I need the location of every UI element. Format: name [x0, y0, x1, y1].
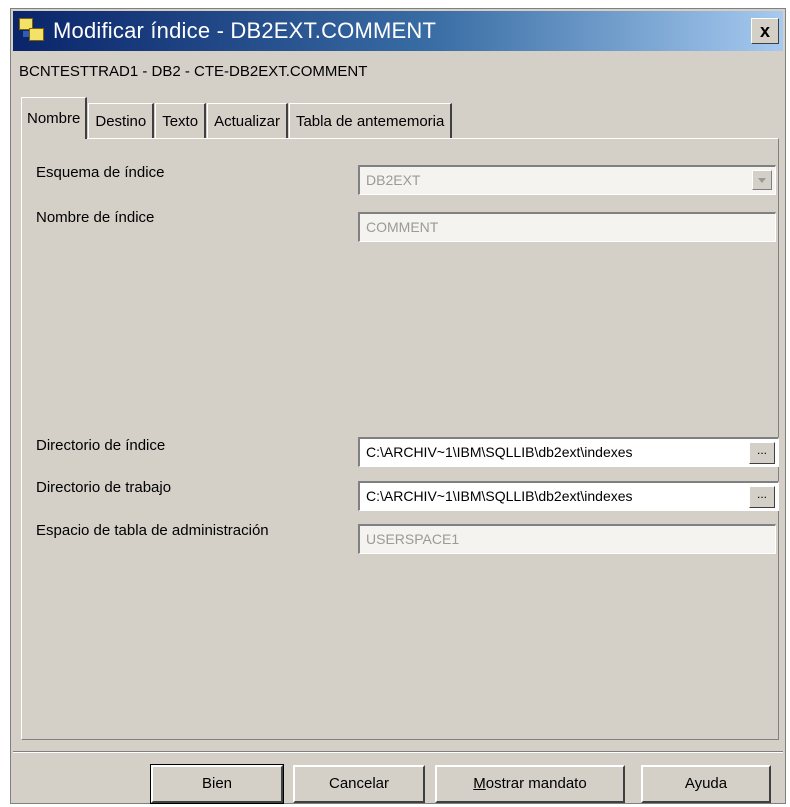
- tab-nombre[interactable]: Nombre: [21, 97, 88, 139]
- tab-destino[interactable]: Destino: [88, 103, 155, 139]
- admin-tablespace-field[interactable]: USERSPACE1: [358, 524, 776, 554]
- modify-index-dialog: Modificar índice - DB2EXT.COMMENT x BCNT…: [10, 8, 786, 804]
- help-button[interactable]: Ayuda: [641, 765, 771, 803]
- schema-dropdown[interactable]: DB2EXT: [358, 165, 776, 195]
- work-directory-label: Directorio de trabajo: [36, 479, 172, 496]
- work-directory-browse-button[interactable]: ...: [749, 486, 775, 508]
- tab-panel-nombre: Esquema de índice DB2EXT Nombre de índic…: [21, 138, 779, 740]
- chevron-down-icon[interactable]: [752, 170, 772, 190]
- index-directory-field[interactable]: C:\ARCHIV~1\IBM\SQLLIB\db2ext\indexes ..…: [358, 437, 779, 467]
- schema-value: DB2EXT: [366, 172, 421, 188]
- index-directory-value: C:\ARCHIV~1\IBM\SQLLIB\db2ext\indexes: [366, 444, 633, 460]
- admin-tablespace-label: Espacio de tabla de administración: [36, 522, 269, 539]
- close-button[interactable]: x: [751, 18, 779, 44]
- tab-strip: Nombre Destino Texto Actualizar Tabla de…: [21, 95, 453, 139]
- tab-actualizar[interactable]: Actualizar: [207, 103, 288, 139]
- index-name-label: Nombre de índice: [36, 209, 155, 226]
- show-command-mnemonic: M: [473, 775, 486, 792]
- work-directory-value: C:\ARCHIV~1\IBM\SQLLIB\db2ext\indexes: [366, 488, 633, 504]
- index-name-field[interactable]: COMMENT: [358, 212, 776, 242]
- show-command-button[interactable]: Mostrar mandato: [435, 765, 625, 803]
- show-command-label: ostrar mandato: [485, 775, 587, 792]
- index-directory-browse-button[interactable]: ...: [749, 442, 775, 464]
- title-bar[interactable]: Modificar índice - DB2EXT.COMMENT x: [13, 11, 783, 51]
- index-directory-label: Directorio de índice: [36, 437, 166, 454]
- app-icon: [19, 18, 45, 44]
- schema-label: Esquema de índice: [36, 164, 165, 181]
- window-title: Modificar índice - DB2EXT.COMMENT: [53, 18, 437, 43]
- connection-path: BCNTESTTRAD1 - DB2 - CTE-DB2EXT.COMMENT: [19, 63, 368, 80]
- tab-tabla-antememoria[interactable]: Tabla de antememoria: [288, 103, 453, 139]
- work-directory-field[interactable]: C:\ARCHIV~1\IBM\SQLLIB\db2ext\indexes ..…: [358, 481, 779, 511]
- ok-button[interactable]: Bien: [150, 764, 284, 804]
- footer-divider: [13, 751, 783, 753]
- tab-texto[interactable]: Texto: [155, 103, 207, 139]
- cancel-button[interactable]: Cancelar: [293, 765, 425, 803]
